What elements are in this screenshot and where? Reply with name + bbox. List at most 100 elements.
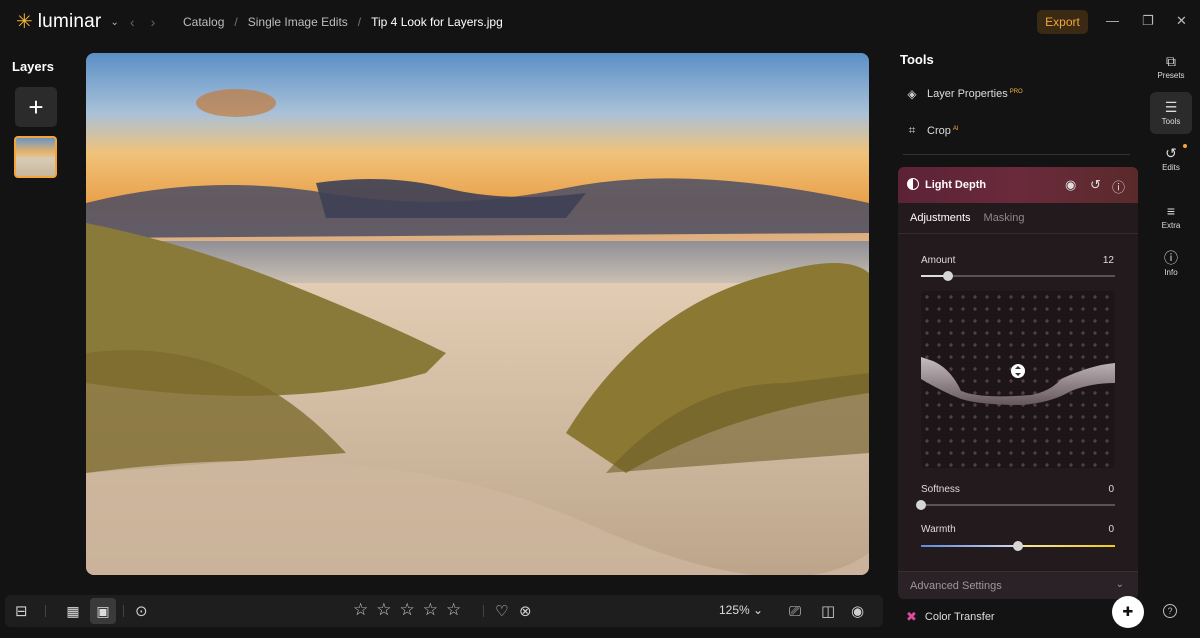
- tool-label: Layer Properties PRO: [927, 88, 1023, 100]
- warmth-slider[interactable]: [921, 541, 1115, 551]
- main-photo[interactable]: [86, 53, 869, 575]
- tool-crop[interactable]: ⌗ Crop AI: [905, 123, 959, 138]
- heart-icon[interactable]: ♡: [495, 601, 508, 621]
- light-depth-icon: [907, 178, 919, 190]
- warmth-slider-knob[interactable]: [1013, 541, 1023, 551]
- warmth-label: Warmth: [921, 524, 956, 535]
- sun-icon: ✳: [16, 11, 33, 33]
- restore-icon[interactable]: ❐: [1142, 13, 1154, 29]
- eye-icon[interactable]: ◉: [851, 601, 864, 621]
- help-icon: ?: [1167, 606, 1173, 616]
- breadcrumb-catalog[interactable]: Catalog: [183, 15, 224, 29]
- star-icon[interactable]: ☆: [423, 600, 438, 620]
- advanced-settings-label: Advanced Settings: [910, 580, 1002, 592]
- back-arrow-icon[interactable]: ‹: [130, 14, 135, 30]
- tab-masking[interactable]: Masking: [984, 212, 1025, 224]
- reset-icon[interactable]: ↺: [1090, 177, 1101, 193]
- app-logo[interactable]: ✳ luminar ⌄: [16, 10, 119, 34]
- history-icon: ↺: [1165, 145, 1177, 161]
- divider: [903, 154, 1130, 155]
- divider: [123, 605, 124, 617]
- edits-indicator-dot: [1183, 144, 1187, 148]
- color-transfer-icon: ✖: [906, 609, 917, 624]
- more-options-icon[interactable]: ⊙: [135, 601, 148, 621]
- breadcrumb-separator: /: [234, 15, 238, 29]
- rail-info[interactable]: ⓘ Info: [1150, 243, 1192, 285]
- star-icon[interactable]: ☆: [353, 600, 368, 620]
- softness-slider-knob[interactable]: [916, 500, 926, 510]
- tool-color-transfer[interactable]: ✖ Color Transfer: [906, 609, 995, 625]
- chat-icon: ✚: [1122, 604, 1134, 619]
- softness-label: Softness: [921, 484, 960, 495]
- export-button[interactable]: Export: [1037, 10, 1088, 34]
- warmth-value: 0: [1108, 524, 1114, 535]
- amount-label: Amount: [921, 255, 956, 266]
- star-icon[interactable]: ☆: [376, 600, 391, 620]
- chevron-down-icon: ⌄: [110, 16, 119, 28]
- visibility-eye-icon[interactable]: ◉: [1065, 177, 1076, 193]
- app-name: luminar: [37, 11, 102, 32]
- depth-map-preview[interactable]: [921, 291, 1115, 468]
- tools-title: Tools: [900, 52, 934, 67]
- reject-icon[interactable]: ⊗: [519, 601, 532, 621]
- star-icon[interactable]: ☆: [446, 600, 461, 620]
- breadcrumb-separator: /: [357, 15, 362, 29]
- zoom-value: 125%: [719, 603, 750, 617]
- rail-label: Edits: [1162, 163, 1180, 172]
- tool-layer-properties[interactable]: ◈ Layer Properties PRO: [905, 87, 1023, 101]
- title-bar: ✳ luminar ⌄ ‹ › Catalog / Single Image E…: [0, 0, 1200, 44]
- single-view-icon[interactable]: ▣: [90, 598, 116, 624]
- breadcrumb-file: Tip 4 Look for Layers.jpg: [371, 15, 503, 29]
- softness-value: 0: [1108, 484, 1114, 495]
- split-view-icon[interactable]: ◫: [821, 601, 835, 621]
- rail-tools[interactable]: ☰ Tools: [1150, 92, 1192, 134]
- sliders-icon: ☰: [1164, 99, 1178, 115]
- tool-name: Crop: [927, 124, 951, 137]
- softness-slider[interactable]: [916, 500, 1115, 510]
- forward-arrow-icon[interactable]: ›: [151, 14, 156, 30]
- breadcrumb: Catalog / Single Image Edits / Tip 4 Loo…: [183, 15, 503, 29]
- advanced-settings-toggle[interactable]: Advanced Settings ⌄: [898, 571, 1138, 599]
- rail-extra[interactable]: ≡ Extra: [1150, 196, 1192, 238]
- bottom-toolbar: ⊟ ▦ ▣ ⊙ ☆ ☆ ☆ ☆ ☆ ♡ ⊗ 125% ⌄ ⎚ ◫ ◉: [5, 595, 883, 627]
- breadcrumb-album[interactable]: Single Image Edits: [248, 15, 348, 29]
- rail-presets[interactable]: ⧉ Presets: [1150, 46, 1192, 88]
- light-depth-tabs: Adjustments Masking: [910, 212, 1025, 224]
- rail-label: Presets: [1157, 71, 1185, 80]
- layers-title: Layers: [12, 59, 54, 74]
- rail-label: Extra: [1161, 221, 1181, 230]
- amount-slider-knob[interactable]: [943, 271, 954, 281]
- close-icon[interactable]: ✕: [1176, 13, 1187, 29]
- info-icon: ⓘ: [1164, 250, 1178, 266]
- info-icon[interactable]: ⓘ: [1112, 177, 1125, 196]
- grid-view-icon[interactable]: ▦: [60, 598, 86, 624]
- light-depth-title: Light Depth: [925, 179, 987, 191]
- sidebar-toggle-icon[interactable]: ⊟: [15, 601, 28, 621]
- color-transfer-label: Color Transfer: [924, 611, 995, 623]
- rating-stars: ☆ ☆ ☆ ☆ ☆: [353, 600, 461, 620]
- compare-monitor-icon[interactable]: ⎚: [789, 601, 801, 621]
- tool-label: Crop AI: [927, 125, 959, 137]
- divider: [483, 605, 484, 617]
- light-depth-header[interactable]: Light Depth ◉ ↺ ⓘ: [898, 167, 1138, 203]
- nav-arrows: ‹ ›: [130, 14, 155, 30]
- chat-button[interactable]: ✚: [1112, 596, 1144, 628]
- rail-label: Tools: [1161, 117, 1181, 126]
- rail-label: Info: [1164, 268, 1178, 277]
- divider: [45, 605, 46, 617]
- tool-name: Layer Properties: [927, 88, 1008, 100]
- ai-badge: AI: [952, 125, 959, 132]
- layer-thumbnail[interactable]: [14, 136, 57, 178]
- chevron-down-icon: ⌄: [1115, 579, 1124, 590]
- amount-slider[interactable]: [921, 271, 1115, 281]
- add-layer-button[interactable]: +: [15, 87, 57, 127]
- star-icon[interactable]: ☆: [400, 600, 415, 620]
- minimize-icon[interactable]: —: [1106, 13, 1119, 28]
- list-icon: ≡: [1166, 203, 1176, 219]
- layers-icon: ◈: [907, 87, 917, 101]
- help-button[interactable]: ?: [1163, 604, 1177, 618]
- presets-icon: ⧉: [1166, 53, 1176, 69]
- tab-adjustments[interactable]: Adjustments: [910, 212, 971, 224]
- zoom-level[interactable]: 125% ⌄: [719, 603, 763, 617]
- divider: [898, 233, 1138, 234]
